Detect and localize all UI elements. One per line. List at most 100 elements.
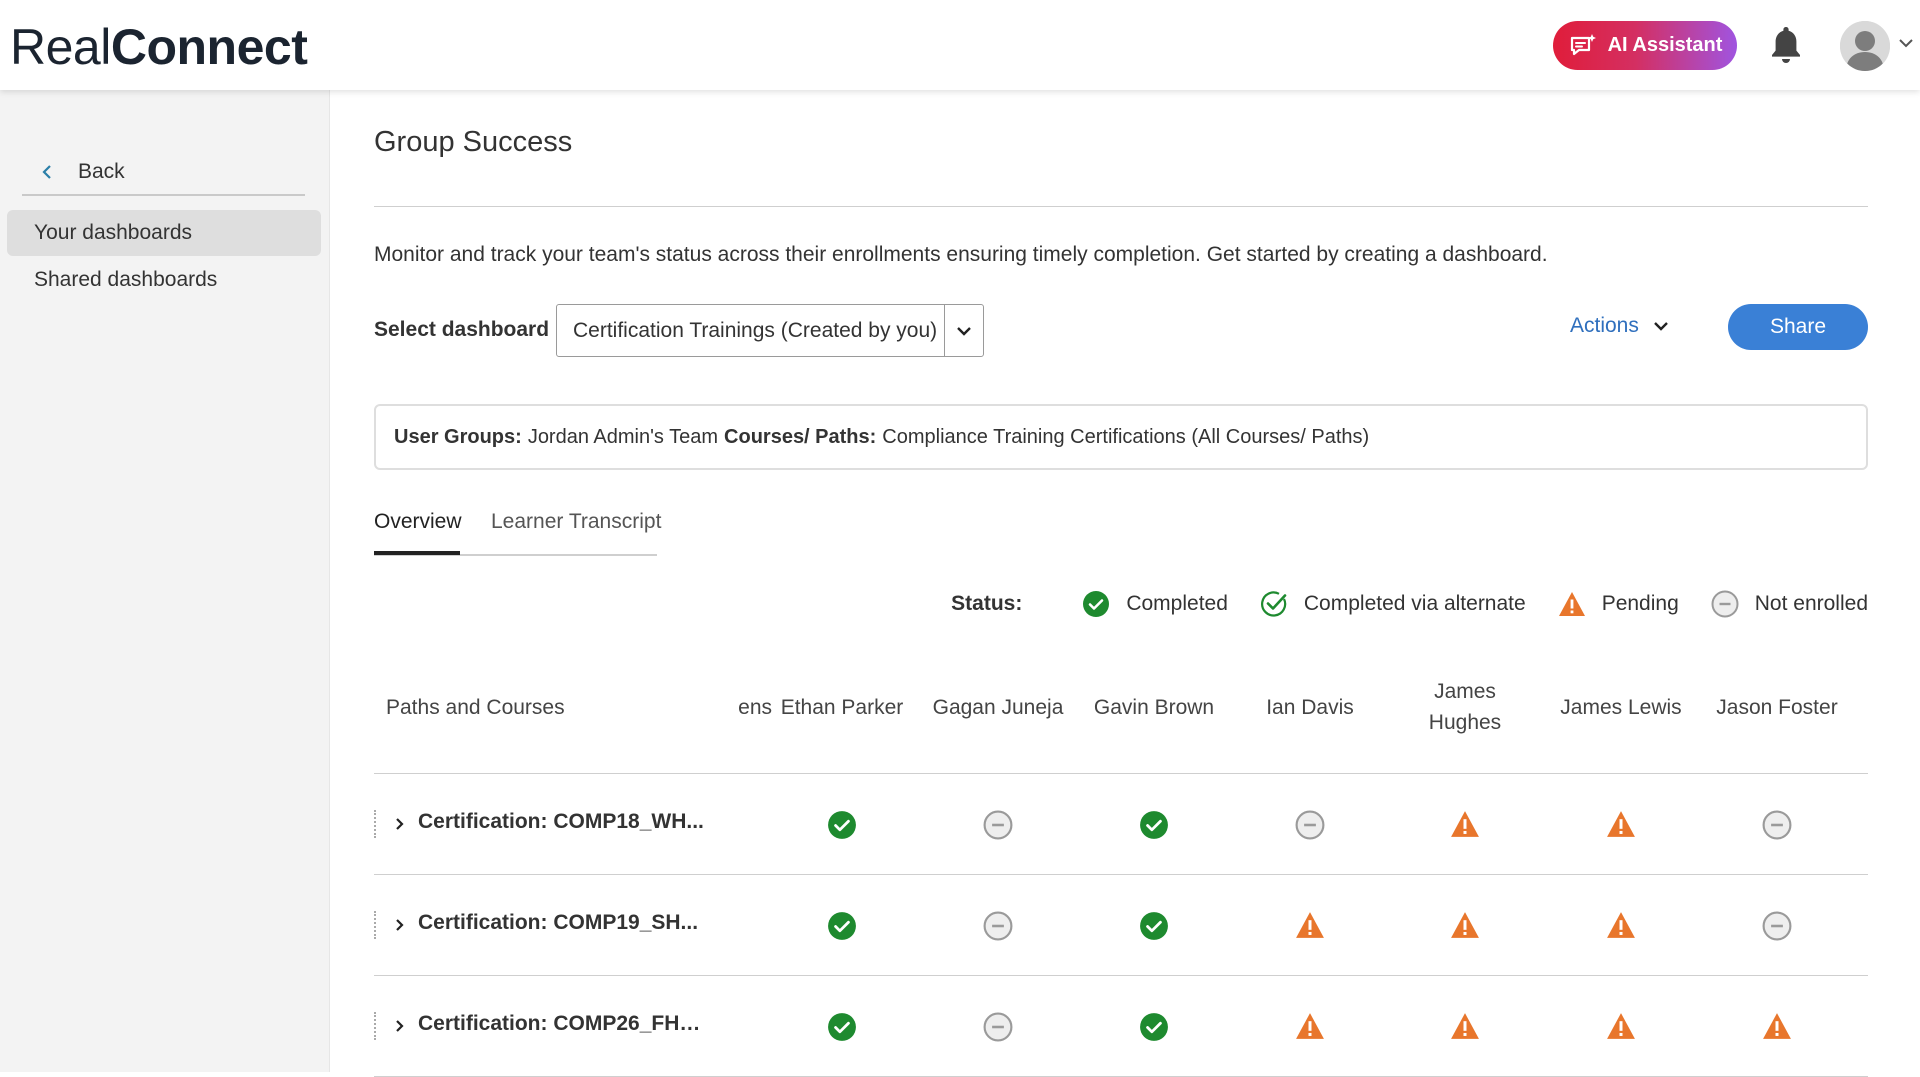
minus-circle-icon (983, 810, 1013, 840)
legend-not-enrolled: Not enrolled (1711, 590, 1868, 618)
active-tab-indicator (374, 551, 460, 555)
sidebar-item-shared-dashboards[interactable]: Shared dashboards (7, 257, 321, 303)
bell-icon[interactable] (1768, 24, 1804, 66)
minus-circle-icon (1711, 590, 1739, 618)
course-name[interactable]: Certification: COMP19_SH... (418, 911, 708, 935)
warning-icon (1295, 911, 1325, 941)
back-link[interactable]: Back (22, 150, 305, 196)
dropdown-caret[interactable] (944, 305, 983, 356)
warning-icon (1450, 911, 1480, 941)
select-dashboard-label: Select dashboard (374, 318, 550, 341)
user-groups-label: User Groups: (394, 425, 522, 448)
column-header-learner: James Lewis (1560, 695, 1682, 719)
warning-icon (1450, 1012, 1480, 1042)
legend-completed: Completed (1082, 590, 1228, 618)
legend-completed-label: Completed (1126, 592, 1228, 615)
legend-pending-label: Pending (1601, 592, 1679, 615)
courses-paths-value: Compliance Training Certifications (All … (882, 425, 1370, 448)
actions-menu[interactable]: Actions (1570, 314, 1669, 338)
column-header-paths-courses: Paths and Courses (386, 695, 565, 719)
back-label: Back (78, 160, 125, 183)
column-header-learner: Ian Davis (1266, 695, 1354, 719)
user-silhouette-icon (1840, 21, 1890, 71)
check-circle-icon (1139, 810, 1169, 840)
check-circle-icon (827, 1012, 857, 1042)
minus-circle-icon (1762, 911, 1792, 941)
chevron-left-icon (42, 165, 51, 179)
status-table: Paths and Courses ens Ethan Parker Gagan … (374, 640, 1868, 1077)
actions-label: Actions (1570, 314, 1639, 337)
minus-circle-icon (983, 911, 1013, 941)
expand-row-button[interactable] (390, 913, 410, 937)
expand-row-button[interactable] (390, 1014, 410, 1038)
realconnect-logo[interactable]: RealConnect (10, 18, 308, 76)
course-name[interactable]: Certification: COMP18_WH... (418, 810, 708, 834)
chat-sparkle-icon (1570, 33, 1596, 55)
course-name[interactable]: Certification: COMP26_FH0... (418, 1012, 708, 1036)
table-body: Certification: COMP18_WH... Certification… (374, 774, 1868, 1077)
column-header-learner: Ethan Parker (780, 695, 904, 719)
drag-handle[interactable] (374, 810, 376, 838)
check-circle-icon (1139, 911, 1169, 941)
column-header-learner: Jason Foster (1716, 695, 1838, 719)
table-row: Certification: COMP19_SH... (374, 875, 1868, 976)
sidebar: Back Your dashboards Shared dashboards (0, 90, 330, 1072)
ai-assistant-button[interactable]: AI Assistant (1553, 21, 1737, 70)
minus-circle-icon (1762, 810, 1792, 840)
dashboard-select-value: Certification Trainings (Created by you) (573, 318, 938, 342)
table-row: Certification: COMP26_FH0... (374, 976, 1868, 1077)
warning-icon (1450, 810, 1480, 840)
drag-handle[interactable] (374, 1012, 376, 1040)
share-button[interactable]: Share (1728, 304, 1868, 350)
chevron-right-icon (396, 1020, 404, 1032)
column-header-learner: Gagan Juneja (932, 695, 1064, 719)
top-header: RealConnect AI Assistant (0, 0, 1920, 90)
warning-icon (1606, 810, 1636, 840)
divider (374, 206, 1868, 207)
minus-circle-icon (983, 1012, 1013, 1042)
check-circle-icon (827, 810, 857, 840)
column-header-partial: ens (710, 640, 772, 774)
chevron-right-icon (396, 818, 404, 830)
warning-icon (1558, 592, 1585, 616)
minus-circle-icon (1295, 810, 1325, 840)
expand-row-button[interactable] (390, 812, 410, 836)
status-legend: Status: Completed Completed via alternat… (951, 590, 1868, 618)
page-title: Group Success (374, 126, 573, 158)
warning-icon (1606, 911, 1636, 941)
user-avatar[interactable] (1840, 21, 1890, 71)
table-header: Paths and Courses ens Ethan Parker Gagan … (374, 640, 1868, 774)
check-circle-icon (1139, 1012, 1169, 1042)
tab-overview[interactable]: Overview (374, 510, 462, 534)
logo-text-light: Real (10, 19, 111, 75)
sidebar-item-your-dashboards[interactable]: Your dashboards (7, 210, 321, 256)
legend-alternate-label: Completed via alternate (1303, 592, 1526, 615)
column-header-learner: James Hughes (1428, 680, 1502, 734)
page-description: Monitor and track your team's status acr… (374, 243, 1548, 266)
chevron-down-icon (957, 326, 971, 336)
check-circle-icon (1083, 591, 1110, 617)
chevron-down-icon (1654, 322, 1668, 331)
ai-assistant-label: AI Assistant (1607, 34, 1723, 56)
tab-bar: Overview Learner Transcript (374, 504, 661, 556)
logo-text-bold: Connect (110, 19, 308, 75)
legend-label: Status: (951, 592, 1023, 615)
user-groups-value: Jordan Admin's Team (527, 425, 719, 448)
dashboard-select[interactable]: Certification Trainings (Created by you) (556, 304, 984, 357)
warning-icon (1295, 1012, 1325, 1042)
drag-handle[interactable] (374, 911, 376, 939)
filter-summary: User Groups: Jordan Admin's Team Courses… (374, 404, 1868, 470)
courses-paths-label: Courses/ Paths: (724, 425, 877, 448)
check-circle-icon (827, 911, 857, 941)
warning-icon (1762, 1012, 1792, 1042)
legend-completed-via-alternate: Completed via alternate (1260, 590, 1526, 618)
table-row: Certification: COMP18_WH... (374, 774, 1868, 875)
tab-learner-transcript[interactable]: Learner Transcript (491, 510, 661, 534)
legend-pending: Pending (1558, 591, 1679, 617)
warning-icon (1606, 1012, 1636, 1042)
chevron-down-icon[interactable] (1898, 36, 1914, 50)
chevron-right-icon (396, 919, 404, 931)
column-header-learner: Gavin Brown (1093, 695, 1215, 719)
check-circle-outline-icon (1260, 591, 1287, 617)
legend-not-enrolled-label: Not enrolled (1754, 592, 1868, 615)
